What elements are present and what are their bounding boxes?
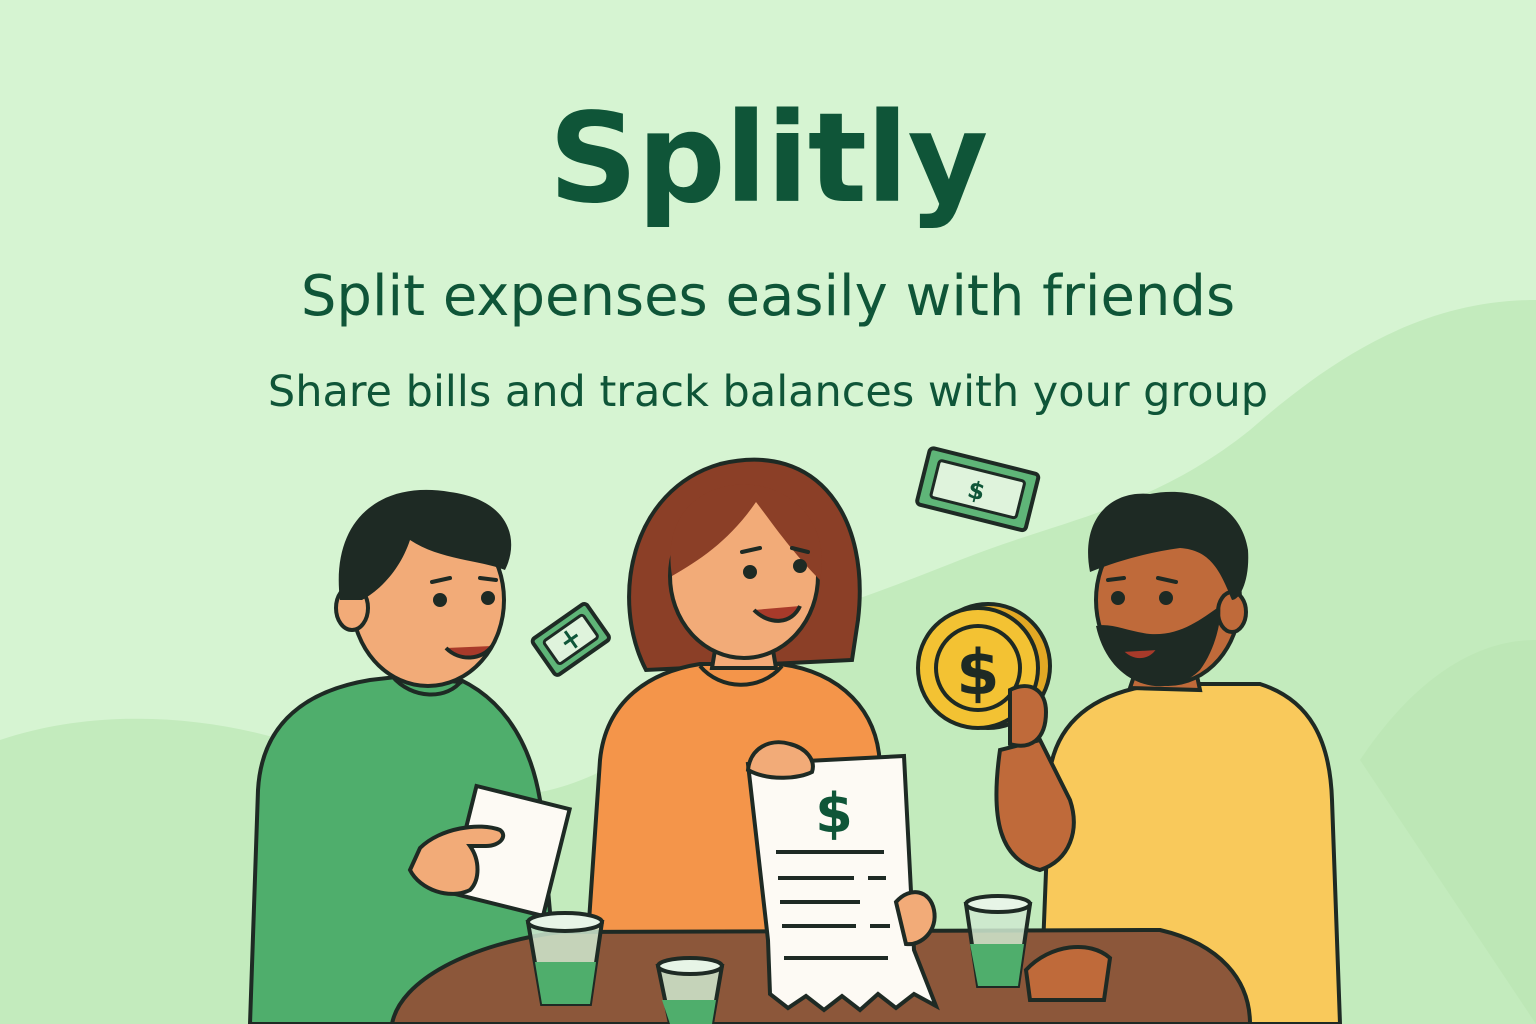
receipt-dollar-symbol: $ (815, 782, 853, 845)
friends-illustration: $ $ $ (247, 446, 1343, 1024)
dollar-bill-icon (530, 602, 611, 677)
dollar-bill-icon: $ (915, 446, 1041, 533)
hero-banner: Splitly Split expenses easily with frien… (0, 0, 1536, 1024)
drinking-glass-icon (655, 956, 725, 1024)
drinking-glass-icon (525, 911, 605, 1006)
receipt-icon: $ (745, 753, 940, 1013)
coin-dollar-symbol: $ (956, 636, 999, 709)
drinking-glass-icon (963, 894, 1033, 988)
